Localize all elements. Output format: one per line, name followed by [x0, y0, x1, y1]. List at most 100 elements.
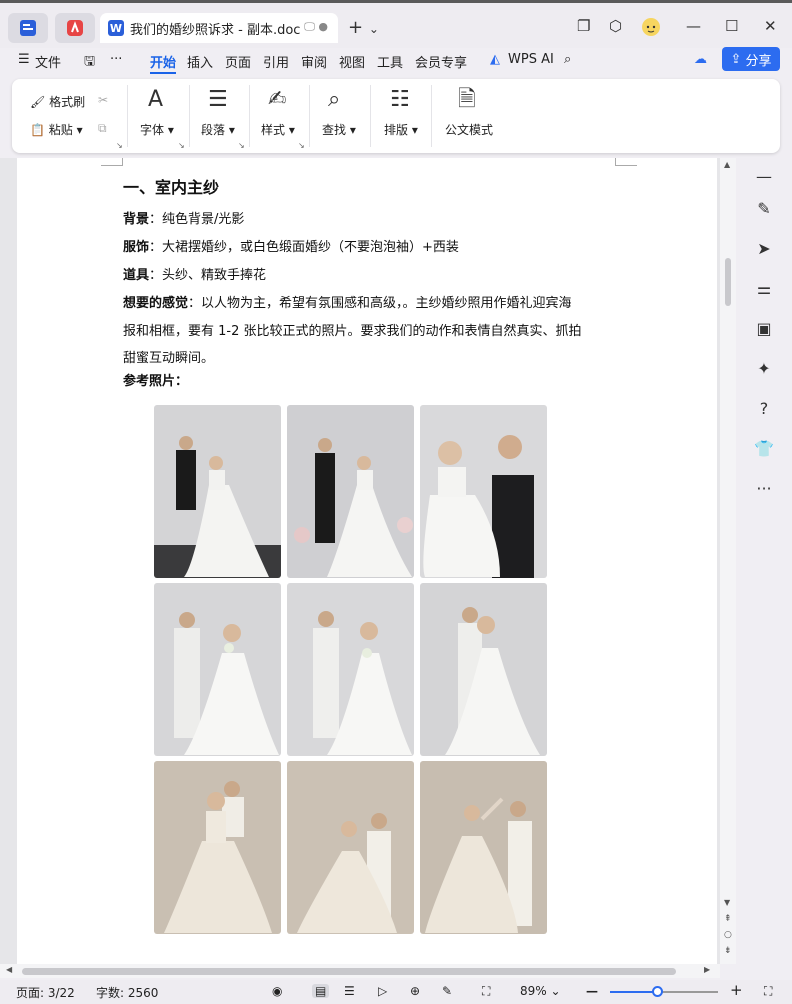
paste-button[interactable]: 📋 粘贴 ▾	[30, 121, 83, 138]
cut-icon[interactable]: ✂	[98, 93, 108, 107]
horizontal-scrollbar[interactable]: ◀ ▶	[0, 964, 720, 978]
reference-photo[interactable]	[287, 583, 414, 756]
scroll-up-icon[interactable]: ▲	[724, 160, 730, 169]
reference-photo[interactable]	[287, 761, 414, 934]
menu-wps-ai[interactable]: WPS AI	[508, 52, 554, 67]
reference-photo[interactable]	[154, 405, 281, 578]
menu-review[interactable]: 审阅	[301, 52, 327, 71]
more-icon[interactable]: ···	[110, 52, 122, 67]
fit-page-icon[interactable]: ⛶	[482, 984, 490, 999]
paragraph-icon[interactable]: ☰	[208, 89, 228, 111]
style-expand-icon[interactable]: ↘	[298, 141, 305, 150]
official-mode-button[interactable]: 公文模式	[445, 121, 493, 138]
menu-file[interactable]: 文件	[35, 52, 61, 71]
document-page[interactable]: 一、室内主纱 背景：纯色背景/光影 服饰：大裙摆婚纱，或白色缎面婚纱（不要泡泡袖…	[17, 158, 717, 964]
ribbon: 🖌 格式刷 ✂ 📋 粘贴 ▾ ⧉ ↘ A 字体 ▾ ↘ ☰ 段落 ▾ ↘ ✍ 样…	[12, 79, 780, 153]
next-page-icon[interactable]: ⇟	[724, 946, 732, 956]
save-icon[interactable]: 🖫	[84, 52, 95, 74]
style-icon[interactable]: ✍	[268, 89, 286, 111]
find-button[interactable]: 查找 ▾	[322, 121, 356, 138]
reference-photo[interactable]	[420, 583, 547, 756]
reference-photo[interactable]	[287, 405, 414, 578]
horizontal-scroll-thumb[interactable]	[22, 968, 676, 975]
select-browse-icon[interactable]: ○	[724, 930, 732, 940]
avatar[interactable]	[641, 17, 661, 41]
scroll-left-icon[interactable]: ◀	[6, 965, 12, 974]
magic-tools-icon[interactable]: ✦	[753, 358, 775, 380]
reference-photo[interactable]	[154, 761, 281, 934]
clipboard-expand-icon[interactable]: ↘	[116, 141, 123, 150]
font-expand-icon[interactable]: ↘	[178, 141, 185, 150]
search-icon[interactable]: ⌕	[564, 52, 571, 67]
document-title: 我们的婚纱照诉求 - 副本.doc	[130, 22, 301, 38]
scroll-down-icon[interactable]: ▼	[724, 898, 730, 907]
home-tab[interactable]	[8, 13, 48, 43]
new-tab-button[interactable]: + ⌄	[348, 17, 379, 38]
adjust-icon[interactable]: ⚌	[753, 278, 775, 300]
reference-photo[interactable]	[420, 761, 547, 934]
zoom-level[interactable]: 89% ⌄	[520, 984, 561, 998]
brush-icon: 🖌	[30, 95, 46, 109]
cloud-upload-icon[interactable]: ☁	[694, 52, 707, 67]
vertical-scrollbar[interactable]: ▲ ▼ ⇞ ○ ⇟	[720, 158, 736, 964]
vertical-scroll-thumb[interactable]	[725, 258, 731, 306]
layout-icon[interactable]: ☷	[390, 89, 410, 111]
crop-mark	[101, 158, 123, 166]
image-icon[interactable]: ▣	[753, 318, 775, 340]
maximize-icon[interactable]: ☐	[725, 17, 738, 35]
shirt-icon[interactable]: 👕	[753, 438, 775, 460]
pdf-tab[interactable]	[55, 13, 95, 43]
outline-view-icon[interactable]: ☰	[344, 984, 355, 998]
paragraph-expand-icon[interactable]: ↘	[238, 141, 245, 150]
eye-icon[interactable]: ◉	[272, 984, 282, 998]
cursor-icon[interactable]: ➤	[753, 238, 775, 260]
official-doc-icon[interactable]: 🗎	[458, 89, 476, 111]
menu-insert[interactable]: 插入	[187, 52, 213, 71]
window-tile-icon[interactable]: ❐	[577, 17, 590, 35]
help-icon[interactable]: ?	[753, 398, 775, 420]
menu-view[interactable]: 视图	[339, 52, 365, 71]
style-button[interactable]: 样式 ▾	[261, 121, 295, 138]
reference-photo[interactable]	[154, 583, 281, 756]
cube-icon[interactable]: ⬡	[609, 17, 622, 35]
page-view-icon[interactable]: ▤	[312, 984, 330, 998]
hamburger-icon[interactable]: ☰	[18, 52, 30, 67]
minimize-icon[interactable]: —	[686, 17, 701, 35]
new-tab-chevron[interactable]: ⌄	[369, 22, 379, 36]
scroll-right-icon[interactable]: ▶	[704, 965, 710, 974]
find-icon[interactable]: ⌕	[328, 89, 340, 111]
font-button[interactable]: 字体 ▾	[140, 121, 174, 138]
play-icon[interactable]: ▷	[378, 984, 387, 998]
close-icon[interactable]: ✕	[764, 17, 777, 35]
ribbon-separator	[127, 85, 128, 147]
ribbon-separator	[249, 85, 250, 147]
menu-reference[interactable]: 引用	[263, 52, 289, 71]
reference-photo[interactable]	[420, 405, 547, 578]
zoom-slider-knob[interactable]	[651, 986, 663, 997]
word-count[interactable]: 字数: 2560	[96, 984, 158, 1001]
web-view-icon[interactable]: ⊕	[410, 984, 420, 998]
menu-tools[interactable]: 工具	[377, 52, 403, 71]
document-tab[interactable]: W 我们的婚纱照诉求 - 副本.doc 🖵 ●	[100, 13, 338, 43]
menu-member[interactable]: 会员专享	[415, 52, 467, 71]
pen-icon[interactable]: ✎	[753, 198, 775, 220]
layout-button[interactable]: 排版 ▾	[384, 121, 418, 138]
font-icon[interactable]: A	[148, 89, 163, 111]
menu-home[interactable]: 开始	[150, 52, 176, 71]
paragraph-button[interactable]: 段落 ▾	[201, 121, 235, 138]
line-label: 服饰	[123, 240, 150, 255]
page-indicator[interactable]: 页面: 3/22	[16, 984, 75, 1001]
collapse-icon[interactable]: —	[753, 166, 775, 188]
zoom-out-icon[interactable]: —	[586, 984, 598, 998]
format-painter-button[interactable]: 🖌 格式刷	[30, 93, 85, 110]
share-button[interactable]: ⇪ 分享	[722, 47, 780, 71]
prev-page-icon[interactable]: ⇞	[724, 914, 732, 924]
more-icon[interactable]: ···	[753, 478, 775, 500]
copy-icon[interactable]: ⧉	[98, 121, 107, 136]
menu-page[interactable]: 页面	[225, 52, 251, 71]
pen-mode-icon[interactable]: ✎	[442, 984, 452, 998]
font-label: 字体	[140, 123, 165, 137]
zoom-in-icon[interactable]: +	[730, 981, 743, 999]
fullscreen-icon[interactable]: ⛶	[764, 984, 772, 999]
zoom-slider[interactable]	[610, 986, 718, 997]
